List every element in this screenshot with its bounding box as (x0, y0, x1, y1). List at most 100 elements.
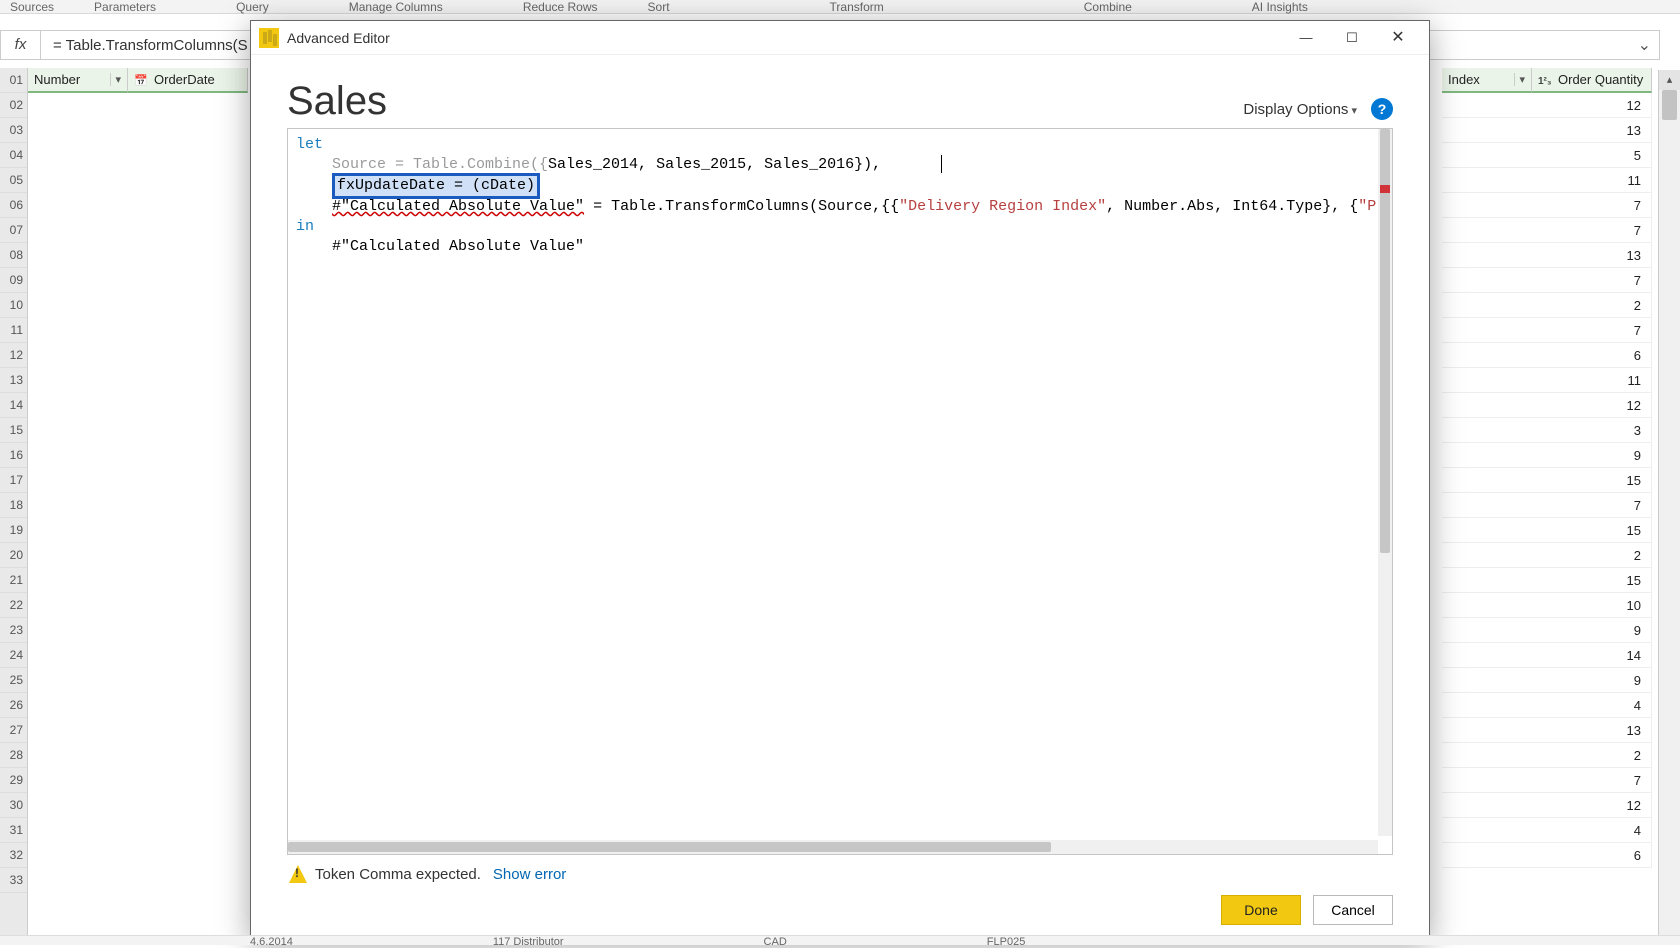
column-dropdown-icon[interactable]: ▾ (110, 73, 121, 86)
cell-order-quantity[interactable]: 13 (1442, 118, 1652, 142)
scrollbar-thumb[interactable] (288, 842, 1051, 852)
scrollbar-thumb[interactable] (1662, 90, 1677, 120)
column-header-orderdate[interactable]: OrderDate (128, 68, 248, 93)
cell-order-quantity[interactable]: 6 (1442, 843, 1652, 867)
code-vertical-scrollbar[interactable] (1378, 129, 1392, 836)
table-row[interactable]: 3 (1442, 418, 1652, 443)
table-row[interactable]: 10 (1442, 593, 1652, 618)
table-row[interactable]: 15 (1442, 468, 1652, 493)
code-content[interactable]: let Source = Table.Combine({Sales_2014, … (288, 129, 1378, 836)
row-header[interactable]: 13 (0, 368, 27, 393)
code-horizontal-scrollbar[interactable] (288, 840, 1378, 854)
row-header[interactable]: 14 (0, 393, 27, 418)
column-header-number[interactable]: Number▾ (28, 68, 128, 93)
cell-order-quantity[interactable]: 11 (1442, 368, 1652, 392)
row-header[interactable]: 24 (0, 643, 27, 668)
table-row[interactable]: 12 (1442, 793, 1652, 818)
cell-order-quantity[interactable]: 15 (1442, 468, 1652, 492)
cell-order-quantity[interactable]: 7 (1442, 268, 1652, 292)
formula-text[interactable]: = Table.TransformColumns(S (41, 37, 260, 54)
vertical-scrollbar[interactable]: ▴ (1658, 70, 1680, 945)
cell-order-quantity[interactable]: 6 (1442, 343, 1652, 367)
show-error-link[interactable]: Show error (493, 866, 566, 883)
table-row[interactable]: 2 (1442, 743, 1652, 768)
cell-order-quantity[interactable]: 2 (1442, 543, 1652, 567)
dialog-titlebar[interactable]: Advanced Editor — ☐ ✕ (251, 21, 1429, 55)
table-row[interactable]: 14 (1442, 643, 1652, 668)
row-header[interactable]: 25 (0, 668, 27, 693)
table-row[interactable]: 9 (1442, 618, 1652, 643)
row-header[interactable]: 04 (0, 143, 27, 168)
table-row[interactable]: 13 (1442, 118, 1652, 143)
cancel-button[interactable]: Cancel (1313, 895, 1393, 925)
row-header[interactable]: 30 (0, 793, 27, 818)
table-row[interactable]: 12 (1442, 393, 1652, 418)
row-header[interactable]: 29 (0, 768, 27, 793)
row-header[interactable]: 06 (0, 193, 27, 218)
row-header[interactable]: 01 (0, 68, 27, 93)
table-row[interactable]: 2 (1442, 293, 1652, 318)
row-header[interactable]: 02 (0, 93, 27, 118)
table-row[interactable]: 6 (1442, 843, 1652, 868)
row-header[interactable]: 23 (0, 618, 27, 643)
cell-order-quantity[interactable]: 9 (1442, 668, 1652, 692)
table-row[interactable]: 5 (1442, 143, 1652, 168)
cell-order-quantity[interactable]: 9 (1442, 618, 1652, 642)
cell-order-quantity[interactable]: 12 (1442, 393, 1652, 417)
cell-order-quantity[interactable]: 7 (1442, 493, 1652, 517)
table-row[interactable]: 13 (1442, 243, 1652, 268)
cell-order-quantity[interactable]: 14 (1442, 643, 1652, 667)
cell-order-quantity[interactable]: 15 (1442, 518, 1652, 542)
row-header[interactable]: 31 (0, 818, 27, 843)
table-row[interactable]: 15 (1442, 518, 1652, 543)
row-header[interactable]: 32 (0, 843, 27, 868)
table-row[interactable]: 7 (1442, 268, 1652, 293)
row-header[interactable]: 07 (0, 218, 27, 243)
row-header[interactable]: 16 (0, 443, 27, 468)
table-row[interactable]: 9 (1442, 443, 1652, 468)
column-header-index[interactable]: Index▾ (1442, 68, 1532, 93)
cell-order-quantity[interactable]: 2 (1442, 743, 1652, 767)
cell-order-quantity[interactable]: 4 (1442, 818, 1652, 842)
table-row[interactable]: 7 (1442, 218, 1652, 243)
table-row[interactable]: 9 (1442, 668, 1652, 693)
cell-order-quantity[interactable]: 12 (1442, 793, 1652, 817)
display-options-dropdown[interactable]: Display Options (1243, 101, 1357, 118)
row-header[interactable]: 11 (0, 318, 27, 343)
cell-order-quantity[interactable]: 7 (1442, 318, 1652, 342)
table-row[interactable]: 11 (1442, 368, 1652, 393)
table-row[interactable]: 7 (1442, 768, 1652, 793)
table-row[interactable]: 7 (1442, 318, 1652, 343)
table-row[interactable]: 6 (1442, 343, 1652, 368)
error-marker-icon[interactable] (1380, 185, 1390, 193)
row-header[interactable]: 05 (0, 168, 27, 193)
cell-order-quantity[interactable]: 7 (1442, 768, 1652, 792)
cell-order-quantity[interactable]: 2 (1442, 293, 1652, 317)
minimize-button[interactable]: — (1283, 24, 1329, 52)
row-header[interactable]: 20 (0, 543, 27, 568)
formula-expand-icon[interactable]: ⌄ (1638, 35, 1659, 55)
table-row[interactable]: 4 (1442, 818, 1652, 843)
row-header[interactable]: 26 (0, 693, 27, 718)
scroll-up-icon[interactable]: ▴ (1659, 70, 1680, 90)
table-row[interactable]: 7 (1442, 193, 1652, 218)
column-header-order-quantity[interactable]: Order Quantity (1532, 68, 1652, 93)
row-header[interactable]: 21 (0, 568, 27, 593)
row-header[interactable]: 22 (0, 593, 27, 618)
row-header[interactable]: 17 (0, 468, 27, 493)
cell-order-quantity[interactable]: 4 (1442, 693, 1652, 717)
row-header[interactable]: 12 (0, 343, 27, 368)
row-header[interactable]: 09 (0, 268, 27, 293)
table-row[interactable]: 11 (1442, 168, 1652, 193)
table-row[interactable]: 15 (1442, 568, 1652, 593)
code-editor[interactable]: let Source = Table.Combine({Sales_2014, … (287, 128, 1393, 855)
row-header[interactable]: 18 (0, 493, 27, 518)
highlighted-code[interactable]: fxUpdateDate = (cDate) (332, 173, 540, 199)
cell-order-quantity[interactable]: 10 (1442, 593, 1652, 617)
cell-order-quantity[interactable]: 12 (1442, 93, 1652, 117)
done-button[interactable]: Done (1221, 895, 1301, 925)
cell-order-quantity[interactable]: 11 (1442, 168, 1652, 192)
cell-order-quantity[interactable]: 13 (1442, 718, 1652, 742)
table-row[interactable]: 4 (1442, 693, 1652, 718)
cell-order-quantity[interactable]: 15 (1442, 568, 1652, 592)
